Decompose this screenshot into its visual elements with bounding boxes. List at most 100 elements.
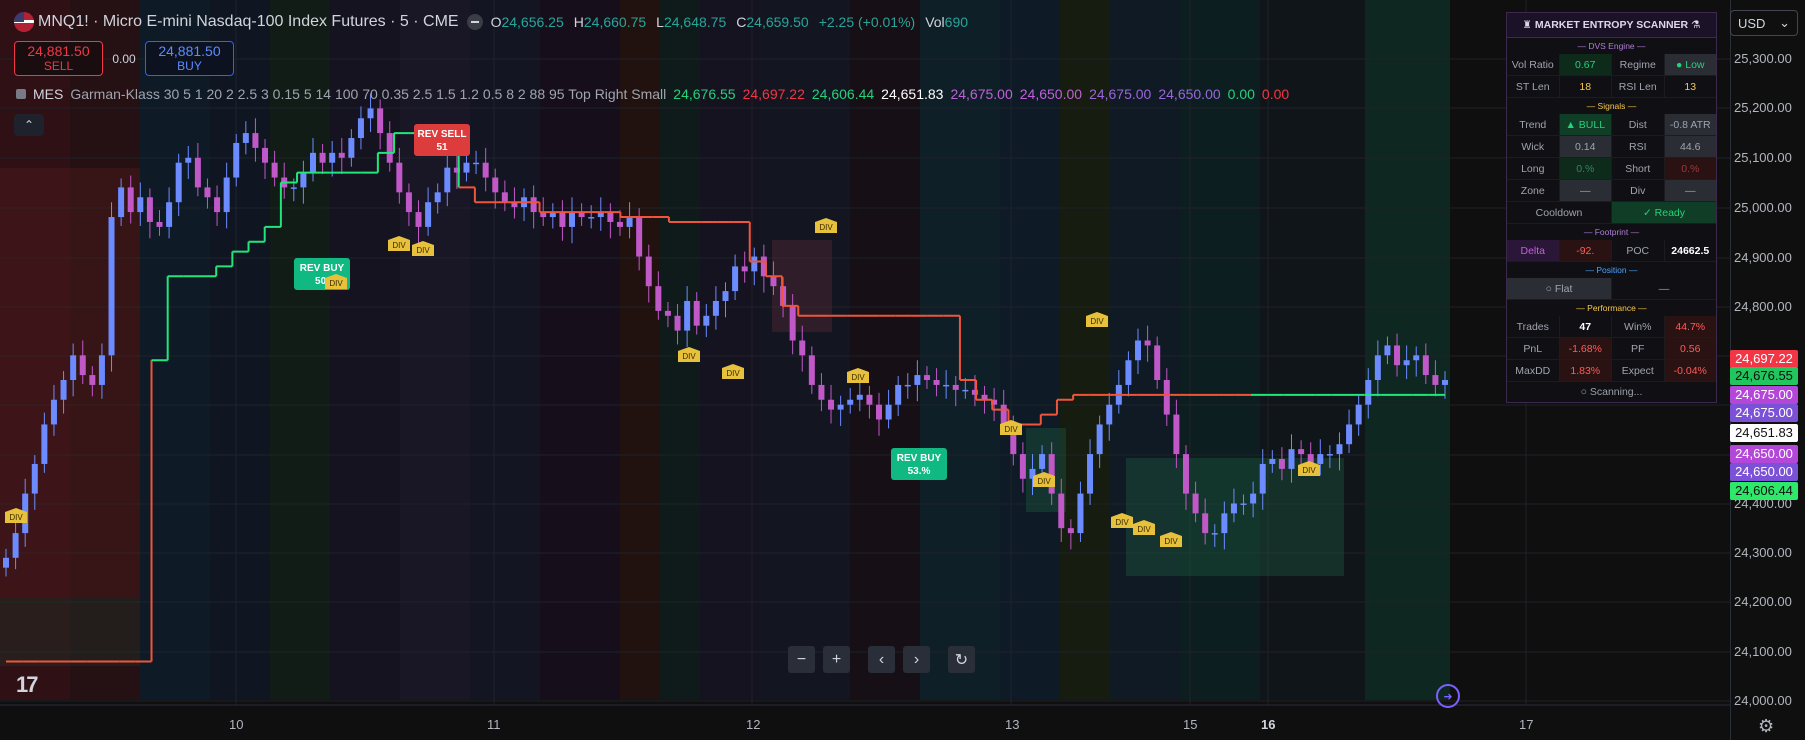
candle-body (1298, 449, 1305, 455)
currency-selector[interactable]: USD ⌄ (1730, 10, 1798, 36)
candle-body (137, 197, 144, 213)
st-len-label: ST Len (1507, 76, 1560, 97)
candle-body (818, 384, 825, 400)
spread-value: 0.00 (112, 51, 136, 66)
price-tick: 24,000.00 (1734, 693, 1792, 708)
volatility-regime-bands (0, 0, 1450, 700)
short-value: 0.% (1664, 158, 1716, 179)
indicator-params: Garman-Klass 30 5 1 20 2 2.5 3 0.15 5 14… (70, 86, 667, 102)
cooldown-value: ✓ Ready (1612, 202, 1716, 223)
section-header: — Signals — (1586, 101, 1637, 111)
currency-label: USD (1738, 15, 1766, 31)
div-marker-label: DIV (851, 373, 865, 382)
candle-body (751, 256, 758, 272)
candle-body (98, 355, 105, 385)
div-marker-label: DIV (1164, 537, 1178, 546)
indicator-value: 24,651.83 (881, 86, 944, 102)
div-marker-label: DIV (1037, 477, 1051, 486)
scroll-to-realtime-button[interactable]: ➜ (1436, 684, 1460, 708)
regime-band (270, 0, 330, 700)
candle-body (1202, 513, 1209, 534)
div-marker-label: DIV (1004, 425, 1018, 434)
dist-label: Dist (1612, 114, 1665, 135)
scanner-footer: ○ Scanning... (1580, 386, 1643, 398)
candle-body (1154, 345, 1161, 380)
zoom-in-button[interactable]: + (823, 646, 850, 673)
regime-text: Low (1685, 58, 1705, 71)
indicator-value: 24,606.44 (811, 86, 875, 102)
wick-label: Wick (1507, 136, 1560, 157)
cooldown-label: Cooldown (1507, 202, 1612, 223)
div-marker-label: DIV (392, 241, 406, 250)
candle-body (319, 152, 326, 163)
price-tick: 25,300.00 (1734, 51, 1792, 66)
regime-band (850, 0, 920, 700)
tradingview-logo[interactable]: 17 (16, 672, 39, 698)
candle-body (626, 217, 633, 227)
trades-value: 47 (1560, 316, 1612, 337)
signal-value: 51 (436, 142, 448, 153)
candle-body (664, 310, 671, 316)
candle-body (444, 167, 451, 193)
candle-body (1077, 493, 1084, 534)
candle-body (1317, 454, 1324, 464)
candle-body (616, 221, 623, 227)
price-tick: 24,300.00 (1734, 545, 1792, 560)
zone-value: — (1559, 180, 1612, 201)
chart-navigation: − + ‹ › ↻ (788, 646, 975, 673)
candle-body (290, 187, 297, 189)
candle-body (1000, 404, 1007, 425)
market-status-icon[interactable] (466, 14, 483, 30)
symbol-title[interactable]: MNQ1! · Micro E-mini Nasdaq-100 Index Fu… (38, 13, 459, 31)
candle-body (1240, 503, 1247, 505)
candle-body (1326, 454, 1333, 456)
candle-body (530, 197, 537, 213)
ohlc-volume: 690 (944, 14, 969, 30)
candle-body (492, 177, 499, 193)
scroll-left-button[interactable]: ‹ (868, 646, 895, 673)
regime-label: Regime (1612, 54, 1665, 75)
reset-chart-button[interactable]: ↻ (948, 646, 975, 673)
candle-body (962, 389, 969, 392)
candle-body (569, 212, 576, 227)
candle-body (156, 221, 163, 227)
price-label: 24,651.83 (1730, 424, 1798, 442)
buy-button[interactable]: 24,881.50 BUY (145, 41, 234, 76)
gear-icon[interactable]: ⚙ (1758, 716, 1774, 737)
price-tick: 25,100.00 (1734, 150, 1792, 165)
candle-body (262, 147, 269, 163)
maxdd-value: 1.83% (1559, 360, 1612, 381)
chevron-up-icon: ⌃ (23, 118, 35, 132)
candle-body (1096, 424, 1103, 455)
regime-band (1110, 0, 1180, 700)
candle-body (1422, 355, 1429, 376)
zoom-out-button[interactable]: − (788, 646, 815, 673)
regime-band (540, 0, 620, 700)
candle-body (1259, 463, 1266, 494)
price-label: 24,675.00 (1730, 386, 1798, 404)
short-label: Short (1612, 158, 1665, 179)
trend-label: Trend (1507, 114, 1560, 135)
scanner-icon: ♜ (1522, 19, 1535, 31)
div-marker-label: DIV (329, 279, 343, 288)
candle-body (828, 399, 835, 410)
collapse-legend-button[interactable]: ⌃ (14, 114, 44, 136)
regime-band (1000, 0, 1060, 700)
indicator-legend[interactable]: MES Garman-Klass 30 5 1 20 2 2.5 3 0.15 … (16, 86, 1289, 102)
price-label: 24,606.44 (1730, 482, 1798, 500)
time-tick: 16 (1261, 717, 1276, 732)
buy-price: 24,881.50 (158, 42, 221, 59)
indicator-values: 24,676.55 24,697.22 24,606.44 24,651.83 24,6… (673, 86, 1289, 102)
candle-body (463, 162, 470, 173)
price-label: 24,675.00 (1730, 404, 1798, 422)
time-tick: 13 (1005, 717, 1020, 732)
price-tick: 24,200.00 (1734, 594, 1792, 609)
regime-value: ● Low (1664, 54, 1716, 75)
rsi-len-value: 13 (1684, 80, 1697, 93)
sell-button[interactable]: 24,881.50 SELL (14, 41, 103, 76)
candle-body (1058, 493, 1065, 529)
scanner-row: Long 0.% Short 0.% (1507, 158, 1716, 180)
scroll-right-button[interactable]: › (903, 646, 930, 673)
price-label: 24,697.22 (1730, 350, 1798, 368)
time-tick: 12 (746, 717, 761, 732)
